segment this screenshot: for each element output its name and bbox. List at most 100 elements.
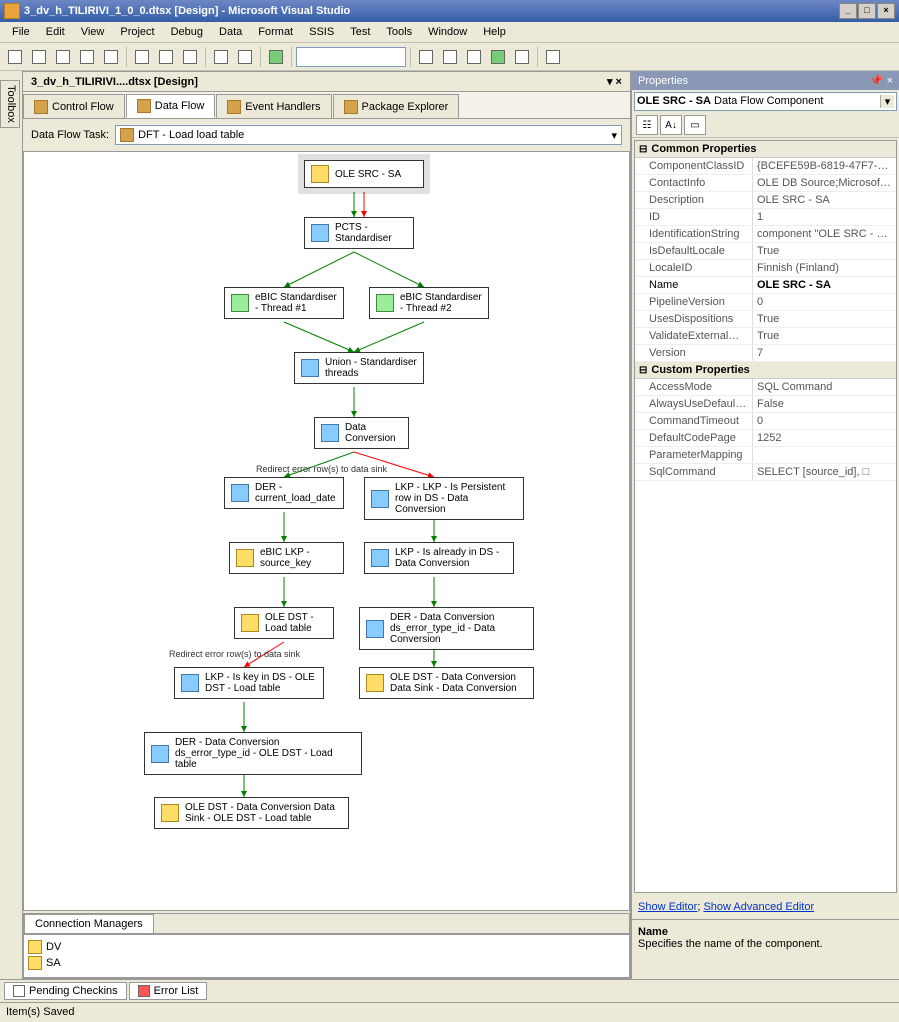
property-row[interactable]: DescriptionOLE SRC - SA (635, 192, 896, 209)
tb-icon-2[interactable] (439, 46, 461, 68)
menu-debug[interactable]: Debug (163, 24, 211, 40)
save-all-button[interactable] (100, 46, 122, 68)
property-value[interactable]: OLE SRC - SA (753, 277, 896, 293)
tb-icon-6[interactable] (542, 46, 564, 68)
shape-der-load[interactable]: DER - current_load_date (224, 477, 344, 509)
shape-ole-sink[interactable]: OLE DST - Data Conversion Data Sink - Da… (359, 667, 534, 699)
menu-ssis[interactable]: SSIS (301, 24, 342, 40)
pin-icon[interactable]: 📌 × (870, 74, 893, 87)
tb-icon-3[interactable] (463, 46, 485, 68)
shape-lkp-persistent[interactable]: LKP - LKP - Is Persistent row in DS - Da… (364, 477, 524, 520)
property-value[interactable]: True (753, 243, 896, 259)
property-row[interactable]: IdentificationStringcomponent "OLE SRC -… (635, 226, 896, 243)
menu-tools[interactable]: Tools (378, 24, 420, 40)
property-row[interactable]: DefaultCodePage1252 (635, 430, 896, 447)
property-row[interactable]: IsDefaultLocaleTrue (635, 243, 896, 260)
tb-icon-1[interactable] (415, 46, 437, 68)
menu-data[interactable]: Data (211, 24, 250, 40)
property-row[interactable]: NameOLE SRC - SA (635, 277, 896, 294)
sort-az-button[interactable]: A↓ (660, 115, 682, 135)
shape-der-err[interactable]: DER - Data Conversion ds_error_type_id -… (359, 607, 534, 650)
property-value[interactable]: True (753, 311, 896, 327)
property-row[interactable]: ValidateExternalMetadataTrue (635, 328, 896, 345)
add-item-button[interactable] (28, 46, 50, 68)
new-project-button[interactable] (4, 46, 26, 68)
property-row[interactable]: UsesDispositionsTrue (635, 311, 896, 328)
shape-pcts[interactable]: PCTS - Standardiser (304, 217, 414, 249)
document-tab[interactable]: 3_dv_h_TILIRIVI....dtsx [Design] ▾ × (23, 72, 630, 92)
shape-lkp-already[interactable]: LKP - Is already in DS - Data Conversion (364, 542, 514, 574)
shape-ole-load[interactable]: OLE DST - Load table (234, 607, 334, 639)
menu-file[interactable]: File (4, 24, 38, 40)
minimize-button[interactable]: _ (839, 3, 857, 19)
property-value[interactable]: 1 (753, 209, 896, 225)
show-editor-link[interactable]: Show Editor (638, 901, 697, 913)
shape-ole-final[interactable]: OLE DST - Data Conversion Data Sink - OL… (154, 797, 349, 829)
config-combo[interactable] (296, 47, 406, 67)
menu-test[interactable]: Test (342, 24, 378, 40)
property-row[interactable]: CommandTimeout0 (635, 413, 896, 430)
property-value[interactable] (753, 447, 896, 463)
menu-help[interactable]: Help (475, 24, 514, 40)
menu-view[interactable]: View (73, 24, 113, 40)
property-row[interactable]: ParameterMapping (635, 447, 896, 464)
cut-button[interactable] (131, 46, 153, 68)
start-debug-button[interactable] (265, 46, 287, 68)
tab-control-flow[interactable]: Control Flow (23, 94, 125, 118)
properties-grid[interactable]: Common PropertiesComponentClassID{BCEFE5… (634, 140, 897, 893)
connection-managers-tab[interactable]: Connection Managers (24, 914, 154, 933)
design-canvas[interactable]: OLE SRC - SA PCTS - Standardiser eBIC St… (23, 151, 630, 911)
property-value[interactable]: 1252 (753, 430, 896, 446)
property-row[interactable]: PipelineVersion0 (635, 294, 896, 311)
maximize-button[interactable]: □ (858, 3, 876, 19)
property-value[interactable]: Finnish (Finland) (753, 260, 896, 276)
data-flow-task-dropdown[interactable]: DFT - Load load table ▾ (115, 125, 622, 145)
tab-data-flow[interactable]: Data Flow (126, 94, 216, 118)
property-value[interactable]: OLE SRC - SA (753, 192, 896, 208)
tab-package-explorer[interactable]: Package Explorer (333, 94, 460, 118)
shape-ebic-2[interactable]: eBIC Standardiser - Thread #2 (369, 287, 489, 319)
error-list-tab[interactable]: Error List (129, 982, 208, 1000)
property-value[interactable]: False (753, 396, 896, 412)
tb-icon-5[interactable] (511, 46, 533, 68)
connection-item[interactable]: DV (28, 939, 625, 955)
undo-button[interactable] (210, 46, 232, 68)
property-category[interactable]: Custom Properties (635, 362, 896, 379)
property-pages-button[interactable]: ▭ (684, 115, 706, 135)
shape-der-ole[interactable]: DER - Data Conversion ds_error_type_id -… (144, 732, 362, 775)
property-row[interactable]: AccessModeSQL Command (635, 379, 896, 396)
property-row[interactable]: Version7 (635, 345, 896, 362)
show-advanced-editor-link[interactable]: Show Advanced Editor (703, 901, 814, 913)
paste-button[interactable] (179, 46, 201, 68)
shape-union[interactable]: Union - Standardiser threads (294, 352, 424, 384)
property-value[interactable]: OLE DB Source;Microsoft C (753, 175, 896, 191)
tab-event-handlers[interactable]: Event Handlers (216, 94, 331, 118)
tb-icon-4[interactable] (487, 46, 509, 68)
property-value[interactable]: 7 (753, 345, 896, 361)
property-row[interactable]: ComponentClassID{BCEFE59B-6819-47F7-A12 (635, 158, 896, 175)
tab-menu-icon[interactable]: ▾ × (607, 75, 622, 88)
copy-button[interactable] (155, 46, 177, 68)
shape-lkp-key[interactable]: LKP - Is key in DS - OLE DST - Load tabl… (174, 667, 324, 699)
shape-ole-src-sa[interactable]: OLE SRC - SA (304, 160, 424, 188)
property-row[interactable]: SqlCommandSELECT [source_id], □ (635, 464, 896, 481)
shape-data-conversion[interactable]: Data Conversion (314, 417, 409, 449)
connection-item[interactable]: SA (28, 955, 625, 971)
menu-edit[interactable]: Edit (38, 24, 73, 40)
menu-project[interactable]: Project (112, 24, 162, 40)
property-row[interactable]: ContactInfoOLE DB Source;Microsoft C (635, 175, 896, 192)
property-category[interactable]: Common Properties (635, 141, 896, 158)
shape-ebic-lkp[interactable]: eBIC LKP - source_key (229, 542, 344, 574)
redo-button[interactable] (234, 46, 256, 68)
property-value[interactable]: SQL Command (753, 379, 896, 395)
properties-object-selector[interactable]: OLE SRC - SA Data Flow Component ▾ (634, 92, 897, 111)
menu-window[interactable]: Window (420, 24, 475, 40)
pending-checkins-tab[interactable]: Pending Checkins (4, 982, 127, 1000)
property-row[interactable]: AlwaysUseDefaultCodePageFalse (635, 396, 896, 413)
menu-format[interactable]: Format (250, 24, 301, 40)
property-value[interactable]: SELECT [source_id], □ (753, 464, 896, 480)
property-value[interactable]: {BCEFE59B-6819-47F7-A12 (753, 158, 896, 174)
save-button[interactable] (76, 46, 98, 68)
shape-ebic-1[interactable]: eBIC Standardiser - Thread #1 (224, 287, 344, 319)
property-value[interactable]: 0 (753, 294, 896, 310)
